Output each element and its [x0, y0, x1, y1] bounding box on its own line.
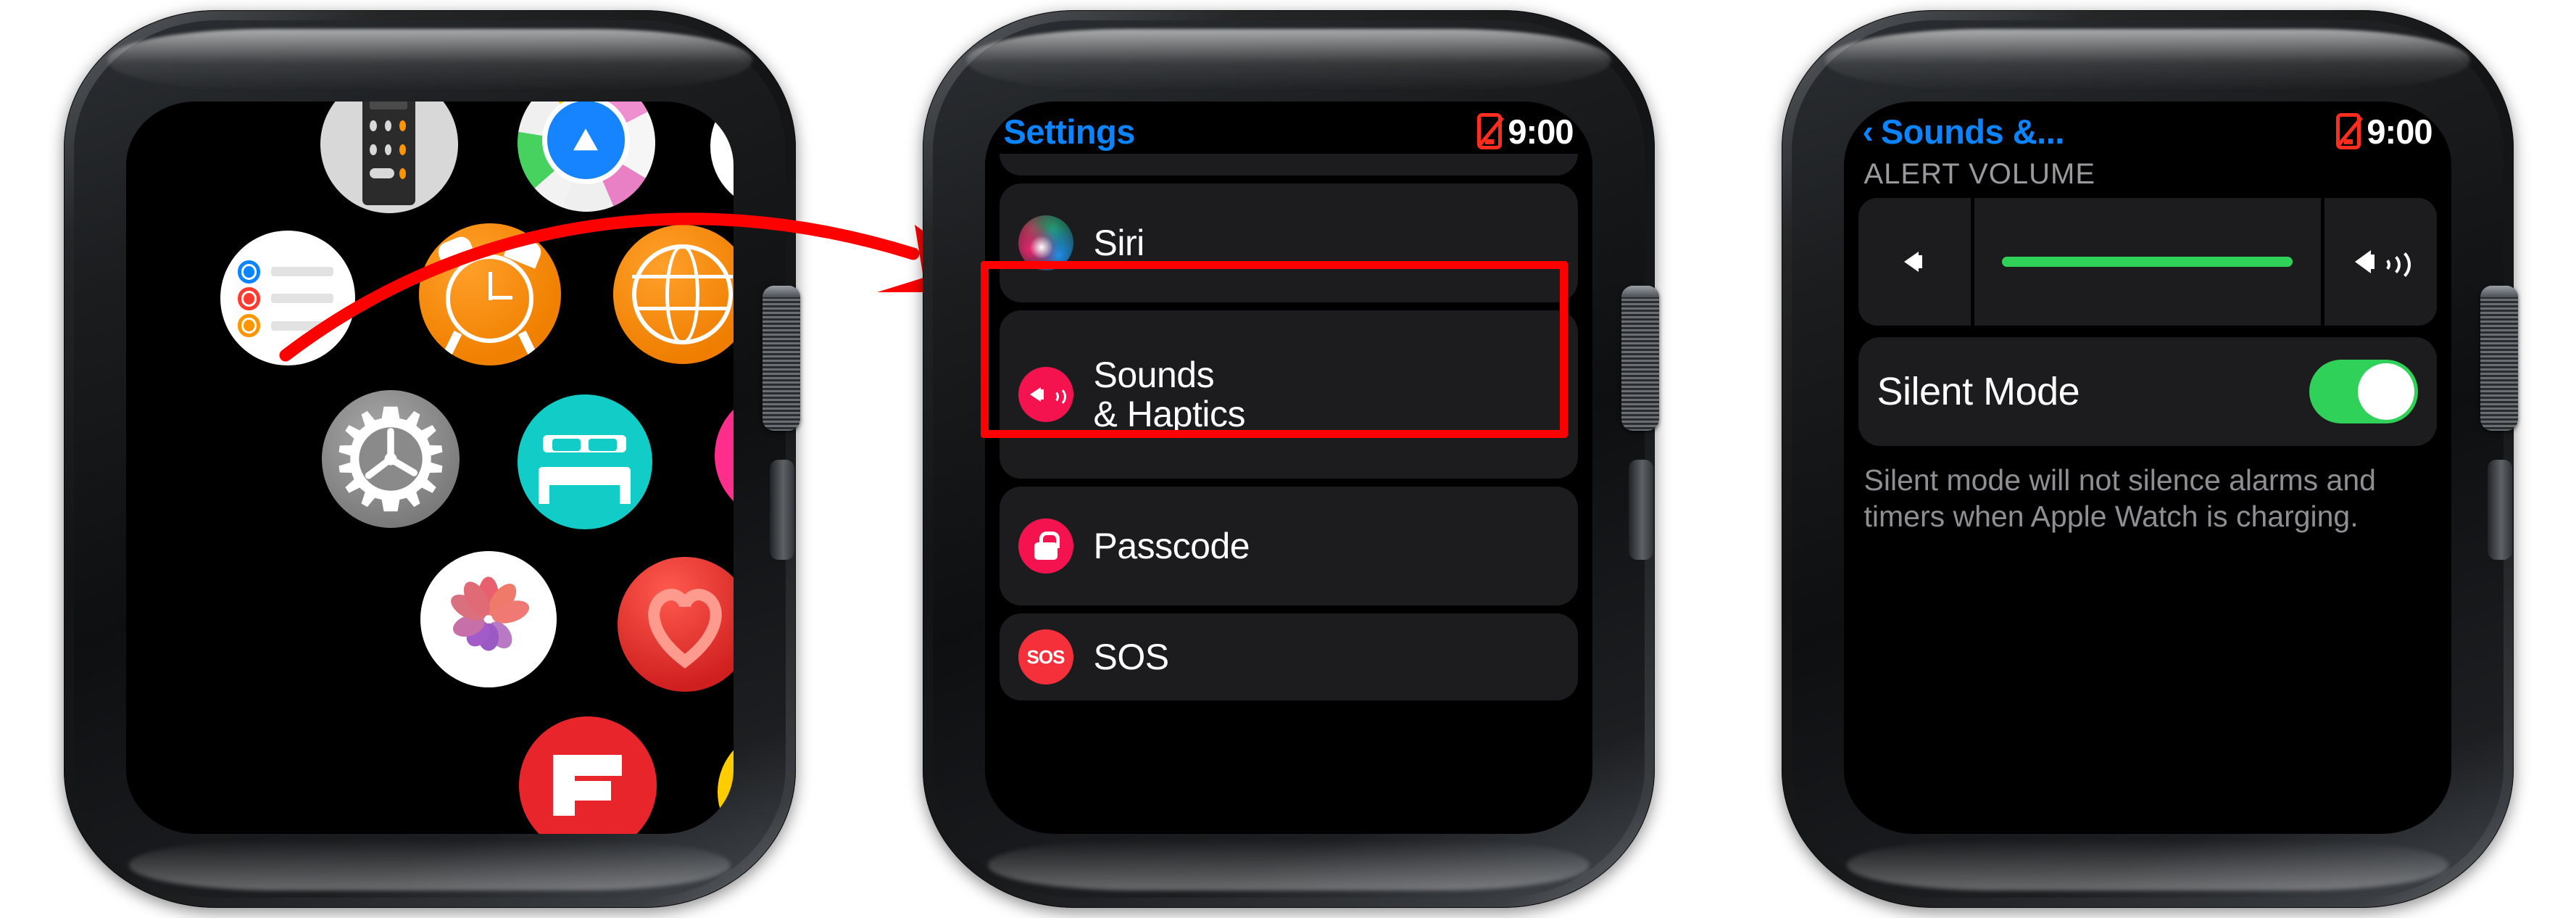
watch-case: ‹ Sounds &... 9:00 ALERT VOLUME Silent M… [1781, 10, 2518, 908]
list-item-label: Sounds & Haptics [1093, 355, 1246, 434]
app-grid [126, 102, 734, 834]
app-icon-calculator[interactable] [320, 102, 458, 213]
volume-min-button[interactable] [1858, 198, 1971, 326]
case-gloss-top [1824, 29, 2470, 91]
app-icon-breathe[interactable] [420, 551, 557, 687]
page-title: Settings [1003, 112, 1135, 151]
silent-mode-footnote: Silent mode will not silence alarms and … [1864, 463, 2376, 534]
watch-case [63, 10, 800, 908]
settings-list: Siri Sounds & Haptics Passcode SOS SOS [985, 154, 1592, 834]
side-button[interactable] [769, 460, 794, 560]
silent-mode-row[interactable]: Silent Mode [1858, 337, 2437, 446]
settings-gear-icon [338, 406, 442, 512]
disconnected-phone-icon [2336, 113, 2364, 149]
watch-panel-app-grid [0, 0, 859, 918]
status-bar: ‹ Sounds &... 9:00 [1844, 109, 2451, 154]
app-icon-maps[interactable] [517, 102, 655, 212]
alert-volume-control [1858, 198, 2437, 326]
status-bar-right: 9:00 [1477, 112, 1574, 152]
bed-icon [518, 394, 652, 529]
screenshot-stage: Settings 9:00 Siri Sounds & Haptics Pass… [0, 0, 2576, 918]
flipboard-icon [519, 716, 657, 834]
app-icon-world-clock[interactable] [612, 225, 734, 364]
disconnected-phone-icon [1477, 113, 1505, 149]
watch-screen-settings: Settings 9:00 Siri Sounds & Haptics Pass… [984, 102, 1592, 834]
side-button[interactable] [2487, 460, 2512, 560]
volume-slider[interactable] [1974, 198, 2321, 326]
app-icon-alarm[interactable] [418, 223, 561, 365]
silent-mode-label: Silent Mode [1877, 370, 2080, 413]
maps-icon [541, 102, 631, 184]
case-gloss-top [107, 29, 752, 91]
list-item-label: SOS [1093, 637, 1170, 677]
watch-screen-sounds-haptics: ‹ Sounds &... 9:00 ALERT VOLUME Silent M… [1843, 102, 2451, 834]
page-title: Sounds &... [1880, 112, 2064, 151]
sound-speaker-icon [1018, 367, 1073, 422]
breathe-icon [420, 551, 557, 687]
app-icon-settings[interactable] [321, 390, 460, 528]
heart-icon [647, 589, 722, 669]
list-item-partial-top[interactable] [999, 154, 1578, 175]
digital-crown[interactable] [1621, 286, 1659, 431]
app-icon-heart-rate[interactable] [617, 557, 734, 692]
toggle-knob [2357, 363, 2414, 420]
case-gloss-bottom [1846, 840, 2448, 890]
app-icon-partial-bottom-right[interactable] [717, 729, 734, 834]
app-icon-reminders[interactable] [220, 231, 355, 365]
volume-max-button[interactable] [2324, 198, 2437, 326]
lock-icon [1018, 518, 1073, 574]
volume-min-icon [1900, 246, 1929, 278]
app-icon-partial-mid-right[interactable] [714, 390, 734, 521]
list-item-sos[interactable]: SOS SOS [999, 613, 1578, 700]
status-bar-right: 9:00 [2336, 112, 2433, 152]
volume-slider-fill [2001, 257, 2293, 267]
back-button[interactable]: ‹ [1863, 115, 1874, 148]
digital-crown[interactable] [2480, 286, 2518, 431]
list-item-passcode[interactable]: Passcode [999, 487, 1578, 605]
app-icon-sleep[interactable] [517, 394, 652, 529]
list-item-label: Siri [1093, 223, 1145, 263]
watch-screen-app-grid [125, 102, 734, 834]
section-label-alert-volume: ALERT VOLUME [1864, 158, 2096, 190]
volume-max-icon [2353, 242, 2411, 282]
digital-crown[interactable] [762, 286, 800, 431]
side-button[interactable] [1628, 460, 1653, 560]
globe-icon [613, 225, 734, 364]
status-bar: Settings 9:00 [985, 109, 1592, 154]
alarm-clock-icon [419, 223, 561, 365]
list-item-siri[interactable]: Siri [999, 183, 1578, 302]
sounds-haptics-content: ALERT VOLUME Silent Mode Silent mode wil… [1844, 155, 2451, 834]
siri-orb-icon [1018, 215, 1073, 270]
reminders-icon [220, 231, 355, 365]
status-time: 9:00 [1508, 112, 1574, 151]
list-item-label: Passcode [1093, 526, 1250, 566]
case-gloss-bottom [987, 840, 1590, 890]
silent-mode-toggle[interactable] [2309, 360, 2418, 423]
status-time: 9:00 [2367, 112, 2432, 151]
list-item-sounds-and-haptics[interactable]: Sounds & Haptics [999, 310, 1578, 479]
case-gloss-bottom [128, 840, 731, 890]
list-item-label-line2: & Haptics [1093, 394, 1246, 434]
app-icon-partial-top-right[interactable] [710, 102, 734, 210]
list-item-label-line1: Sounds [1093, 355, 1215, 395]
watch-panel-sounds-haptics: ‹ Sounds &... 9:00 ALERT VOLUME Silent M… [1718, 0, 2576, 918]
watch-case: Settings 9:00 Siri Sounds & Haptics Pass… [922, 10, 1659, 908]
watch-panel-settings-list: Settings 9:00 Siri Sounds & Haptics Pass… [859, 0, 1718, 918]
app-icon-flipboard[interactable] [518, 716, 657, 834]
case-gloss-top [965, 29, 1611, 91]
sos-icon: SOS [1018, 629, 1073, 685]
calculator-icon [362, 102, 415, 205]
